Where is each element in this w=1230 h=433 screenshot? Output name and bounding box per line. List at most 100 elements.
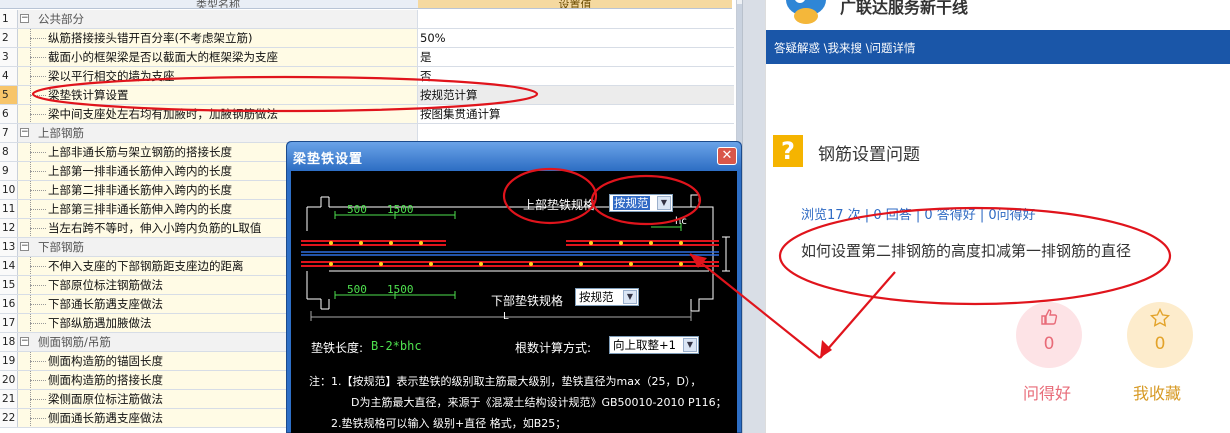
- tree-line: [24, 143, 46, 161]
- setting-label: 侧面构造筋的锚固长度: [48, 354, 163, 368]
- chevron-down-icon[interactable]: ▼: [683, 338, 697, 352]
- collapse-toggle-icon[interactable]: −: [20, 337, 29, 346]
- tree-line: [24, 48, 46, 66]
- col-header-value[interactable]: 设置值: [418, 0, 732, 9]
- table-row[interactable]: 5 梁垫铁计算设置 按规范计算: [0, 86, 734, 105]
- note-line-2: D为主筋最大直径，来源于《混凝土结构设计规范》GB50010-2010 P116…: [351, 396, 727, 409]
- setting-label: 梁中间支座处左右均有加腋时，加腋钢筋做法: [48, 107, 278, 121]
- question-stats[interactable]: 浏览17 次 | 0 回答 | 0 答得好 | 0问得好: [801, 204, 1036, 223]
- tree-line: [24, 409, 46, 427]
- dim-hc: hc: [675, 216, 687, 227]
- breadcrumb[interactable]: 答疑解惑 \我来搜 \问题详情: [774, 40, 916, 56]
- dialog-titlebar[interactable]: 梁垫铁设置 ✕: [287, 142, 741, 170]
- table-row[interactable]: 4 梁以平行相交的墙为支座 否: [0, 67, 734, 86]
- setting-name: 纵筋搭接接头错开百分率(不考虑架立筋): [18, 29, 418, 47]
- chevron-down-icon[interactable]: ▼: [623, 290, 637, 304]
- note-line-1: 注：1.【按规范】表示垫铁的级别取主筋最大级别，垫铁直径为max（25，D），: [309, 375, 702, 388]
- row-number: 5: [0, 86, 18, 104]
- setting-name: 梁垫铁计算设置: [18, 86, 418, 104]
- row-number: 10: [0, 181, 18, 199]
- row-number: 9: [0, 162, 18, 180]
- mascot-logo: [786, 0, 826, 24]
- setting-value[interactable]: 按规范计算: [418, 86, 734, 104]
- collapse-toggle-icon[interactable]: −: [20, 128, 29, 137]
- setting-label: 下部原位标注钢筋做法: [48, 278, 163, 292]
- setting-value[interactable]: [418, 10, 734, 28]
- setting-label: 下部纵筋遇加腋做法: [48, 316, 152, 330]
- row-number: 4: [0, 67, 18, 85]
- row-number: 22: [0, 409, 18, 427]
- tree-line: [24, 162, 46, 180]
- group-header: − 上部钢筋: [18, 124, 418, 142]
- tree-line: [24, 219, 46, 237]
- row-number: 8: [0, 143, 18, 161]
- top-pad-value: 按规范: [613, 196, 650, 210]
- favorite-button[interactable]: 0: [1127, 302, 1193, 368]
- nav-bar: 答疑解惑 \我来搜 \问题详情: [766, 30, 1230, 64]
- setting-value[interactable]: [418, 124, 734, 142]
- window-gap: [742, 0, 765, 433]
- tree-line: [24, 181, 46, 199]
- setting-value[interactable]: 50%: [418, 29, 734, 47]
- beam-pad-dialog: 梁垫铁设置 ✕ 500 1500 500 1500 hc L 上部垫铁规格 按规…: [286, 141, 742, 433]
- table-row[interactable]: 6 梁中间支座处左右均有加腋时，加腋钢筋做法 按图集贯通计算: [0, 105, 734, 124]
- col-header-num: [0, 0, 18, 9]
- collapse-toggle-icon[interactable]: −: [20, 14, 29, 23]
- tree-line: [24, 314, 46, 332]
- close-button[interactable]: ✕: [717, 147, 737, 165]
- row-number: 17: [0, 314, 18, 332]
- bottom-pad-label: 下部垫铁规格: [491, 294, 564, 308]
- table-row[interactable]: 2 纵筋搭接接头错开百分率(不考虑架立筋) 50%: [0, 29, 734, 48]
- dim-500-top: 500: [347, 203, 367, 216]
- count-select[interactable]: 向上取整+1 ▼: [609, 336, 699, 354]
- setting-label: 上部第二排非通长筋伸入跨内的长度: [48, 183, 232, 197]
- table-row[interactable]: 1− 公共部分: [0, 10, 734, 29]
- star-icon: [1127, 307, 1193, 333]
- setting-label: 侧面钢筋/吊筋: [38, 335, 111, 349]
- setting-name: 截面小的框架梁是否以截面大的框架梁为支座: [18, 48, 418, 66]
- favorite-count: 0: [1154, 334, 1166, 354]
- row-number: 20: [0, 371, 18, 389]
- row-number: 13: [0, 238, 18, 256]
- favorite-label[interactable]: 我收藏: [1133, 380, 1181, 404]
- dialog-body: 500 1500 500 1500 hc L 上部垫铁规格 按规范 ▼ 下部垫铁…: [291, 171, 737, 433]
- setting-label: 下部钢筋: [38, 240, 84, 254]
- note-line-3: 2.垫铁规格可以输入 级别+直径 格式，如B25；: [331, 417, 567, 430]
- table-row[interactable]: 3 截面小的框架梁是否以截面大的框架梁为支座 是: [0, 48, 734, 67]
- setting-label: 梁侧面原位标注筋做法: [48, 392, 163, 406]
- col-header-name[interactable]: 类型名称: [18, 0, 418, 9]
- like-label[interactable]: 问得好: [1023, 380, 1071, 404]
- setting-label: 截面小的框架梁是否以截面大的框架梁为支座: [48, 50, 278, 64]
- row-number: 15: [0, 276, 18, 294]
- setting-label: 上部钢筋: [38, 126, 84, 140]
- tree-line: [24, 371, 46, 389]
- setting-value[interactable]: 按图集贯通计算: [418, 105, 734, 123]
- length-value: B-2*bhc: [371, 339, 422, 353]
- dim-500-bottom: 500: [347, 283, 367, 296]
- setting-label: 侧面构造筋的搭接长度: [48, 373, 163, 387]
- tree-line: [24, 29, 46, 47]
- bottom-pad-value: 按规范: [579, 290, 614, 304]
- tree-line: [24, 352, 46, 370]
- question-mark-icon: ?: [773, 135, 803, 167]
- tree-line: [24, 200, 46, 218]
- setting-value[interactable]: 否: [418, 67, 734, 85]
- thumbs-up-icon: [1016, 308, 1082, 331]
- tree-line: [24, 67, 46, 85]
- setting-value[interactable]: 是: [418, 48, 734, 66]
- setting-label: 侧面通长筋遇支座做法: [48, 411, 163, 425]
- chevron-down-icon[interactable]: ▼: [657, 196, 671, 210]
- like-button[interactable]: 0: [1016, 302, 1082, 368]
- setting-label: 梁以平行相交的墙为支座: [48, 69, 175, 83]
- question-title: 钢筋设置问题: [818, 145, 920, 165]
- row-number: 19: [0, 352, 18, 370]
- row-number: 7: [0, 124, 18, 142]
- setting-label: 下部通长筋遇支座做法: [48, 297, 163, 311]
- tree-line: [24, 390, 46, 408]
- top-pad-select[interactable]: 按规范 ▼: [609, 194, 673, 212]
- collapse-toggle-icon[interactable]: −: [20, 242, 29, 251]
- setting-label: 上部第三排非通长筋伸入跨内的长度: [48, 202, 232, 216]
- bottom-pad-select[interactable]: 按规范 ▼: [575, 288, 639, 306]
- row-number: 14: [0, 257, 18, 275]
- setting-label: 当左右跨不等时，伸入小跨内负筋的L取值: [48, 221, 262, 235]
